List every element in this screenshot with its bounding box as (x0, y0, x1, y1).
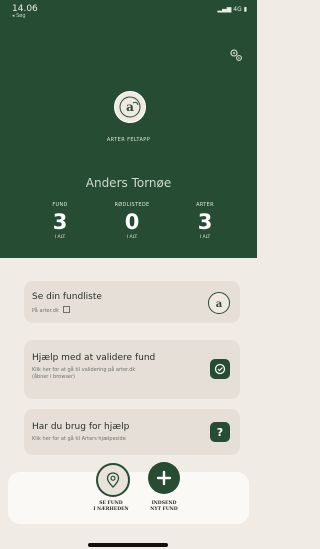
settings-icon[interactable] (229, 48, 243, 62)
network-label: 4G (233, 6, 242, 13)
fundliste-card[interactable]: Se din fundliste På arter.dk a (24, 281, 240, 323)
stat-arter: ARTER 3 I ALT (175, 202, 235, 240)
stat-sub: I ALT (126, 235, 138, 240)
validate-card[interactable]: Hjælp med at validere fund Klik her for … (24, 340, 240, 399)
card-desc: Klik her for at gå til validering på art… (32, 367, 136, 380)
stat-value: 3 (52, 210, 68, 234)
arter-logo-icon: a (119, 96, 141, 118)
arter-logo-icon: a (208, 292, 230, 314)
status-icons: ▂▄▆ 4G ▮ (218, 6, 247, 13)
stat-label: ARTER (196, 202, 214, 208)
user-name: Anders Tornøe (85, 176, 172, 190)
help-icon: ? (210, 422, 230, 442)
svg-text:a: a (126, 100, 134, 114)
nearby-button[interactable] (96, 463, 130, 497)
stat-rodlistede: RØDLISTEDE 0 I ALT (102, 202, 162, 240)
status-time: 14.06 ◂ Søg (12, 4, 38, 19)
validate-icon (210, 359, 230, 379)
stat-sub: I ALT (54, 235, 66, 240)
stat-sub: I ALT (199, 235, 211, 240)
stat-value: 3 (197, 210, 213, 234)
card-title: Se din fundliste (32, 292, 102, 302)
card-desc: Klik her for at gå til Arters hjælpeside (32, 436, 126, 442)
card-title: Hjælp med at validere fund (32, 353, 156, 363)
profile-header: 14.06 ◂ Søg ▂▄▆ 4G ▮ a ARTER FELTAPP And… (0, 0, 257, 258)
svg-text:a: a (216, 299, 223, 310)
location-pin-icon (106, 472, 120, 488)
submit-find-label: INDSEND NYT FUND (150, 501, 178, 512)
help-card[interactable]: Har du brug for hjælp Klik her for at gå… (24, 409, 240, 455)
stat-label: FUND (52, 202, 68, 208)
card-desc: På arter.dk (32, 306, 71, 315)
plus-icon (156, 470, 172, 486)
submit-find-button[interactable] (148, 462, 180, 494)
stat-fund: FUND 3 I ALT (30, 202, 90, 240)
arter-logo: a (114, 91, 146, 123)
home-indicator (88, 543, 168, 547)
battery-icon: ▮ (243, 6, 247, 13)
card-title: Har du brug for hjælp (32, 422, 130, 432)
external-link-icon (63, 306, 71, 313)
nearby-label: SE FUND I NÆRHEDEN (93, 501, 129, 512)
signal-icon: ▂▄▆ (217, 6, 232, 13)
stat-value: 0 (124, 210, 140, 234)
stat-label: RØDLISTEDE (114, 202, 150, 208)
app-name: ARTER FELTAPP (106, 137, 151, 143)
back-to-search[interactable]: ◂ Søg (12, 13, 38, 19)
